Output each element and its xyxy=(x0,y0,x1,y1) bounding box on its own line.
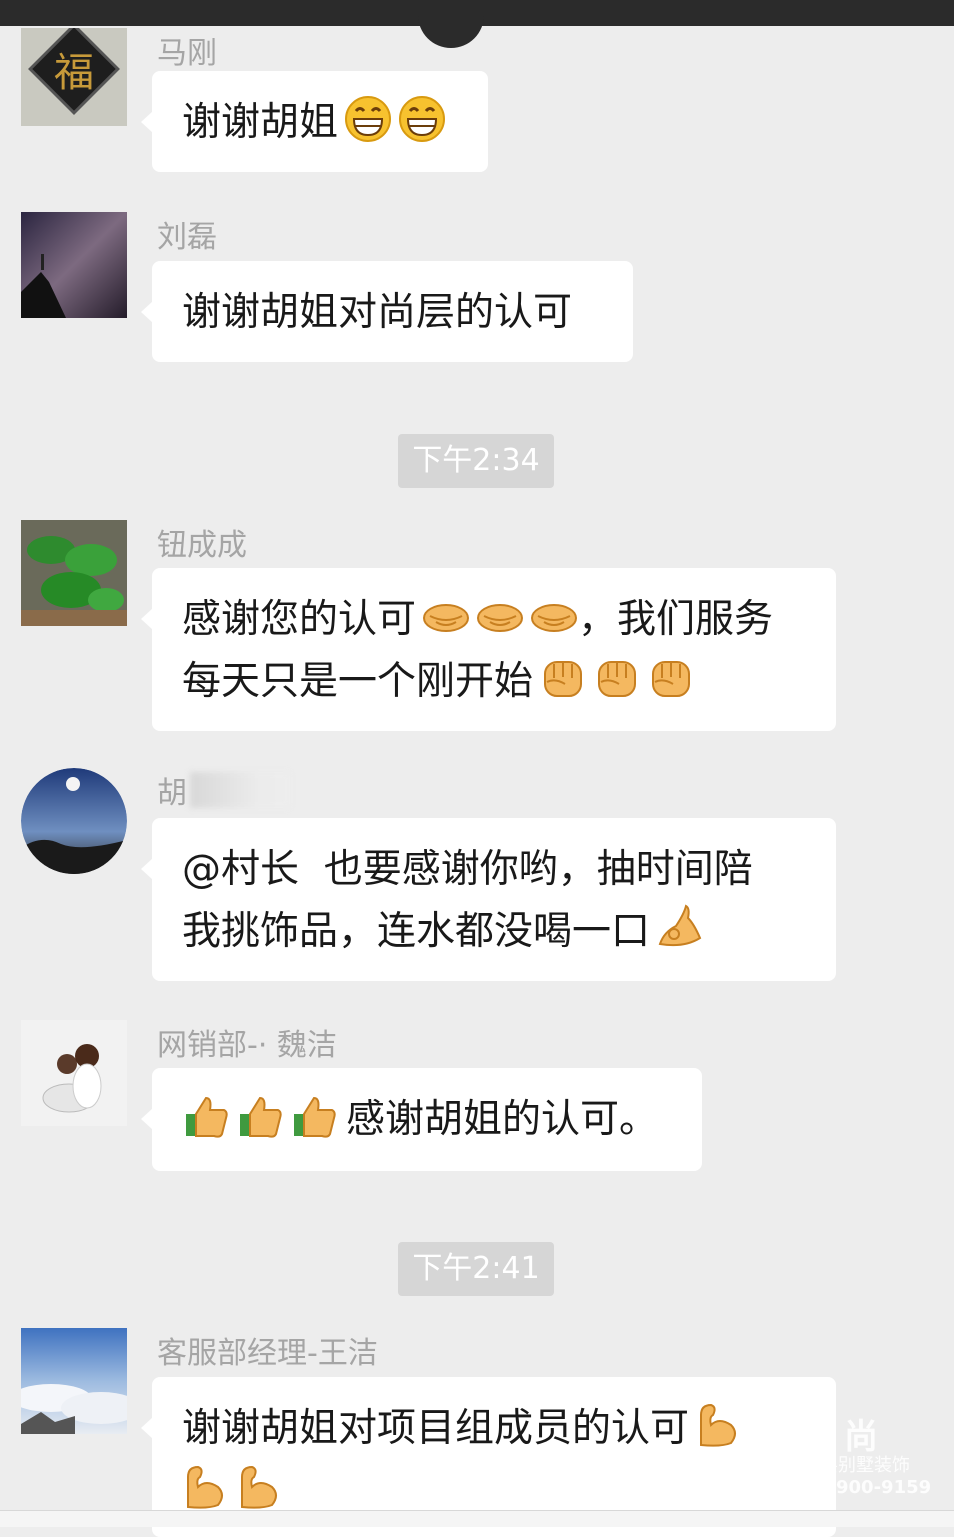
handshake-emoji-icon xyxy=(476,592,524,640)
message-bubble[interactable]: @村长 也要感谢你哟，抽时间陪 我挑饰品，连水都没喝一口 xyxy=(141,818,836,981)
ok-hand-emoji-icon xyxy=(656,904,704,952)
fist-emoji-icon xyxy=(647,654,695,702)
message-text: 谢谢胡姐对尚层的认可 xyxy=(182,290,573,335)
message-bubble[interactable]: 感谢您的认可 ，我们服务 每天只是一个刚开始 xyxy=(141,568,836,731)
message-line: 每天只是一个刚开始 xyxy=(182,651,808,713)
sender-name: 胡 xyxy=(157,776,187,811)
avatar[interactable] xyxy=(21,768,127,874)
watermark: 尚 尚层别墅装饰 900-9159 xyxy=(800,1405,932,1515)
svg-text:福: 福 xyxy=(54,50,94,96)
watermark-phone: 900-9159 xyxy=(836,1477,932,1498)
avatar[interactable] xyxy=(21,520,127,626)
message-line: @村长 也要感谢你哟，抽时间陪 xyxy=(182,839,808,901)
thumbs-up-emoji-icon xyxy=(290,1092,338,1140)
message-text: 感谢您的认可 xyxy=(182,597,417,642)
message-text: 谢谢胡姐 xyxy=(182,100,339,145)
watermark-name: 尚层别墅装饰 xyxy=(802,1455,910,1476)
message-bubble[interactable]: 谢谢胡姐对尚层的认可 xyxy=(141,261,633,362)
sender-name: 刘磊 xyxy=(157,220,217,255)
message-line: 感谢您的认可 ，我们服务 xyxy=(182,589,808,651)
camera-notch xyxy=(418,0,484,48)
message-text: 我挑饰品，连水都没喝一口 xyxy=(182,909,651,954)
thumbs-up-emoji-icon xyxy=(182,1092,230,1140)
message-bubble[interactable]: 感谢胡姐的认可。 xyxy=(141,1068,702,1171)
message-bubble[interactable]: 谢谢胡姐 xyxy=(141,71,488,172)
handshake-emoji-icon xyxy=(530,592,578,640)
blurred-name xyxy=(190,772,290,808)
sender-name: 钮成成 xyxy=(157,528,247,563)
message-text: 谢谢胡姐对项目组成员的认可 xyxy=(182,1406,690,1451)
message-text: ，我们服务 xyxy=(578,597,774,642)
fist-emoji-icon xyxy=(539,654,587,702)
flexed-biceps-emoji-icon xyxy=(182,1463,230,1511)
grin-emoji-icon xyxy=(398,95,446,143)
flexed-biceps-emoji-icon xyxy=(695,1401,743,1449)
message-text: 感谢胡姐的认可。 xyxy=(346,1097,659,1142)
message-text: @村长 也要感谢你哟，抽时间陪 xyxy=(182,847,753,892)
sender-name: 客服部经理-王洁 xyxy=(157,1336,378,1371)
avatar[interactable] xyxy=(21,1020,127,1126)
message-text: 每天只是一个刚开始 xyxy=(182,659,534,704)
message-line: 我挑饰品，连水都没喝一口 xyxy=(182,901,808,963)
handshake-emoji-icon xyxy=(422,592,470,640)
avatar[interactable] xyxy=(21,212,127,318)
thumbs-up-emoji-icon xyxy=(236,1092,284,1140)
avatar[interactable] xyxy=(21,1328,127,1434)
grin-emoji-icon xyxy=(344,95,392,143)
sender-name: 网销部-· 魏洁 xyxy=(157,1028,337,1063)
input-bar-edge xyxy=(0,1510,954,1527)
message-line: 谢谢胡姐对项目组成员的认可 xyxy=(182,1398,808,1460)
fist-emoji-icon xyxy=(593,654,641,702)
timestamp: 下午2:41 xyxy=(398,1242,554,1296)
flexed-biceps-emoji-icon xyxy=(236,1463,284,1511)
timestamp: 下午2:34 xyxy=(398,434,554,488)
avatar[interactable]: 福 xyxy=(21,28,127,126)
sender-name: 马刚 xyxy=(157,36,217,71)
